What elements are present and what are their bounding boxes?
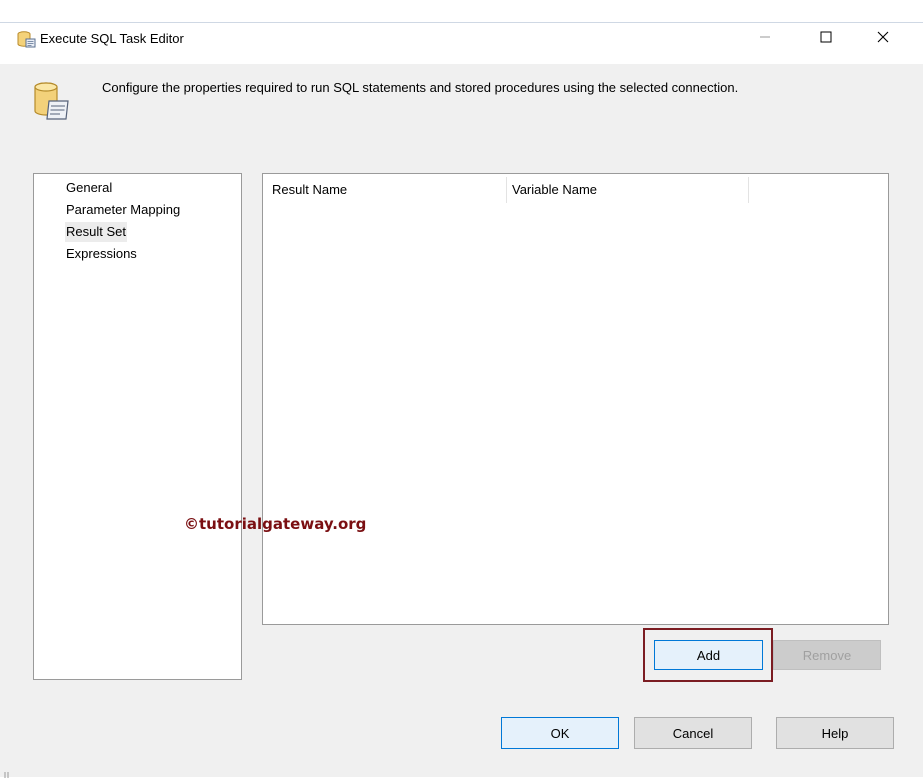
nav-item-result-set[interactable]: Result Set <box>65 222 127 242</box>
minimize-button[interactable] <box>742 23 788 53</box>
nav-item-general[interactable]: General <box>65 178 113 198</box>
column-divider[interactable] <box>506 177 507 203</box>
watermark: ©tutorialgateway.org <box>184 515 367 533</box>
close-button[interactable] <box>860 23 906 53</box>
result-set-grid[interactable]: Result Name Variable Name <box>262 173 889 625</box>
maximize-button[interactable] <box>803 23 849 53</box>
column-header-variable-name[interactable]: Variable Name <box>512 179 597 201</box>
remove-button[interactable]: Remove <box>773 640 881 670</box>
page-navigation-list: General Parameter Mapping Result Set Exp… <box>33 173 242 680</box>
nav-item-parameter-mapping[interactable]: Parameter Mapping <box>65 200 181 220</box>
execute-sql-task-editor-dialog: Execute SQL Task Editor Configure the pr… <box>0 0 923 778</box>
minimize-icon <box>759 31 771 46</box>
add-button[interactable]: Add <box>654 640 763 670</box>
window-title: Execute SQL Task Editor <box>40 31 184 46</box>
database-script-icon <box>32 79 72 121</box>
resize-grip-icon[interactable] <box>4 767 10 778</box>
sql-task-icon <box>17 31 37 49</box>
cancel-button[interactable]: Cancel <box>634 717 752 749</box>
close-icon <box>877 31 889 46</box>
maximize-icon <box>820 31 832 46</box>
title-bar[interactable]: Execute SQL Task Editor <box>0 0 923 64</box>
column-header-result-name[interactable]: Result Name <box>272 179 347 201</box>
dialog-description: Configure the properties required to run… <box>102 80 739 95</box>
help-button[interactable]: Help <box>776 717 894 749</box>
column-divider[interactable] <box>748 177 749 203</box>
nav-item-expressions[interactable]: Expressions <box>65 244 138 264</box>
ok-button[interactable]: OK <box>501 717 619 749</box>
